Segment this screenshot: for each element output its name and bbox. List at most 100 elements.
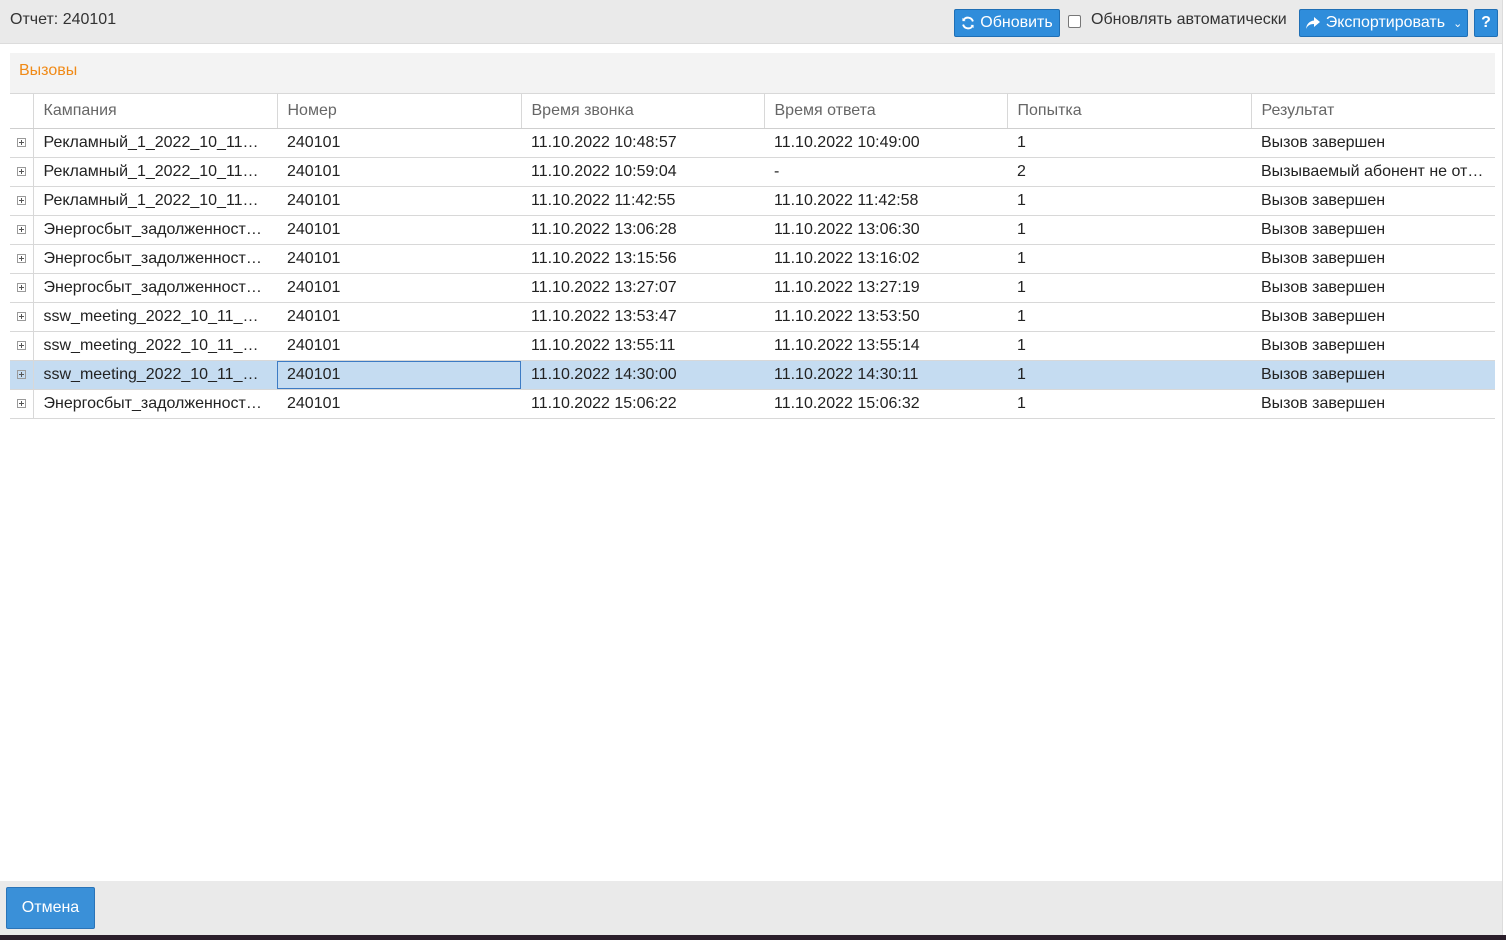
cell-attempt[interactable]: 1 [1007, 302, 1251, 332]
cell-result[interactable]: Вызов завершен [1251, 302, 1495, 332]
cell-result[interactable]: Вызов завершен [1251, 128, 1495, 158]
auto-refresh-checkbox[interactable] [1068, 15, 1081, 28]
cell-call-time[interactable]: 11.10.2022 13:53:47 [521, 302, 764, 332]
cell-call-time[interactable]: 11.10.2022 14:30:00 [521, 360, 764, 390]
column-header-result[interactable]: Результат [1250, 94, 1495, 129]
expand-plus-icon[interactable] [16, 167, 26, 177]
cell-number[interactable]: 240101 [277, 273, 521, 303]
cell-campaign[interactable]: ssw_meeting_2022_10_11_14_30 [33, 360, 277, 390]
table-row[interactable]: Рекламный_1_2022_10_11_10_48_2924010111.… [10, 128, 1495, 158]
cell-number[interactable]: 240101 [277, 157, 521, 187]
table-row[interactable]: Рекламный_1_2022_10_11_10_48_2924010111.… [10, 157, 1495, 187]
expand-plus-icon[interactable] [16, 254, 26, 264]
cell-attempt[interactable]: 1 [1007, 331, 1251, 361]
cancel-button[interactable]: Отмена [6, 887, 95, 929]
cell-attempt[interactable]: 1 [1007, 244, 1251, 274]
cell-attempt[interactable]: 1 [1007, 215, 1251, 245]
cell-answer-time[interactable]: 11.10.2022 13:06:30 [764, 215, 1007, 245]
row-expander[interactable] [10, 331, 34, 361]
cell-call-time[interactable]: 11.10.2022 13:27:07 [521, 273, 764, 303]
table-row[interactable]: Рекламный_1_2022_10_11_11_42_3024010111.… [10, 186, 1495, 216]
cell-answer-time[interactable]: 11.10.2022 11:42:58 [764, 186, 1007, 216]
row-expander[interactable] [10, 360, 34, 390]
cell-number[interactable]: 240101 [277, 186, 521, 216]
cell-number[interactable]: 240101 [277, 215, 521, 245]
expand-plus-icon[interactable] [16, 196, 26, 206]
cell-result[interactable]: Вызов завершен [1251, 360, 1495, 390]
cell-number[interactable]: 240101 [277, 302, 521, 332]
expand-plus-icon[interactable] [16, 283, 26, 293]
column-header-attempt[interactable]: Попытка [1006, 94, 1251, 129]
cell-campaign[interactable]: Рекламный_1_2022_10_11_11_42_30 [33, 186, 277, 216]
column-header-answer-time[interactable]: Время ответа [763, 94, 1007, 129]
column-header-campaign[interactable]: Кампания [32, 94, 277, 129]
cell-answer-time[interactable]: 11.10.2022 14:30:11 [764, 360, 1007, 390]
table-row[interactable]: ssw_meeting_2022_10_11_13_55 240101 11.10.… [10, 331, 1495, 361]
row-expander[interactable] [10, 389, 34, 419]
cell-call-time[interactable]: 11.10.2022 10:48:57 [521, 128, 764, 158]
row-expander[interactable] [10, 215, 34, 245]
row-expander[interactable] [10, 186, 34, 216]
cell-attempt[interactable]: 1 [1007, 389, 1251, 419]
cell-call-time[interactable]: 11.10.2022 13:06:28 [521, 215, 764, 245]
cell-attempt[interactable]: 1 [1007, 360, 1251, 390]
cell-answer-time[interactable]: 11.10.2022 13:16:02 [764, 244, 1007, 274]
help-button[interactable]: ? [1474, 9, 1498, 37]
cell-number[interactable]: 240101 [277, 128, 521, 158]
table-row[interactable]: Энергосбыт_задолженность_4 240101 11.10.20… [10, 389, 1495, 419]
cell-campaign[interactable]: Энергосбыт_задолженность_3 [33, 273, 277, 303]
refresh-button[interactable]: Обновить [954, 9, 1060, 37]
cell-call-time[interactable]: 11.10.2022 10:59:04 [521, 157, 764, 187]
cell-attempt[interactable]: 2 [1007, 157, 1251, 187]
column-header-call-time[interactable]: Время звонка [520, 94, 764, 129]
row-expander[interactable] [10, 128, 34, 158]
auto-refresh-toggle[interactable]: Обновлять автоматически [1068, 11, 1287, 29]
cell-call-time[interactable]: 11.10.2022 13:15:56 [521, 244, 764, 274]
cell-number[interactable]: 240101 [277, 360, 521, 390]
table-row[interactable]: Энергосбыт_задолженность_1 240101 11.10.20… [10, 215, 1495, 245]
cell-answer-time[interactable]: 11.10.2022 13:53:50 [764, 302, 1007, 332]
cell-answer-time[interactable]: 11.10.2022 15:06:32 [764, 389, 1007, 419]
cell-result[interactable]: Вызов завершен [1251, 331, 1495, 361]
cell-call-time[interactable]: 11.10.2022 15:06:22 [521, 389, 764, 419]
row-expander[interactable] [10, 157, 34, 187]
cell-attempt[interactable]: 1 [1007, 273, 1251, 303]
export-button[interactable]: Экспортировать ⌄ [1299, 9, 1468, 37]
cell-campaign[interactable]: Рекламный_1_2022_10_11_10_48_29 [33, 128, 277, 158]
row-expander[interactable] [10, 302, 34, 332]
cell-answer-time[interactable]: 11.10.2022 13:55:14 [764, 331, 1007, 361]
cell-call-time[interactable]: 11.10.2022 13:55:11 [521, 331, 764, 361]
cell-answer-time[interactable]: 11.10.2022 13:27:19 [764, 273, 1007, 303]
cell-campaign[interactable]: Рекламный_1_2022_10_11_10_48_29 [33, 157, 277, 187]
table-row[interactable]: ssw_meeting_2022_10_11_13_53 240101 11.10.… [10, 302, 1495, 332]
cell-result[interactable]: Вызываемый абонент не ответил [1251, 157, 1495, 187]
cell-campaign[interactable]: ssw_meeting_2022_10_11_13_55 [33, 331, 277, 361]
cell-campaign[interactable]: ssw_meeting_2022_10_11_13_53 [33, 302, 277, 332]
expand-plus-icon[interactable] [16, 370, 26, 380]
cell-result[interactable]: Вызов завершен [1251, 273, 1495, 303]
cell-call-time[interactable]: 11.10.2022 11:42:55 [521, 186, 764, 216]
table-row[interactable]: Энергосбыт_задолженность_2 240101 11.10.20… [10, 244, 1495, 274]
cell-attempt[interactable]: 1 [1007, 128, 1251, 158]
table-row[interactable]: ssw_meeting_2022_10_11_14_30 240101 11.10.… [10, 360, 1495, 390]
cell-result[interactable]: Вызов завершен [1251, 389, 1495, 419]
cell-number[interactable]: 240101 [277, 244, 521, 274]
cell-campaign[interactable]: Энергосбыт_задолженность_4 [33, 389, 277, 419]
table-row[interactable]: Энергосбыт_задолженность_3 240101 11.10.20… [10, 273, 1495, 303]
cell-campaign[interactable]: Энергосбыт_задолженность_1 [33, 215, 277, 245]
cell-answer-time[interactable]: - [764, 157, 1007, 187]
cell-attempt[interactable]: 1 [1007, 186, 1251, 216]
cell-answer-time[interactable]: 11.10.2022 10:49:00 [764, 128, 1007, 158]
row-expander[interactable] [10, 273, 34, 303]
cell-number[interactable]: 240101 [277, 331, 521, 361]
expand-plus-icon[interactable] [16, 399, 26, 409]
cell-result[interactable]: Вызов завершен [1251, 186, 1495, 216]
expand-plus-icon[interactable] [16, 341, 26, 351]
cell-result[interactable]: Вызов завершен [1251, 244, 1495, 274]
cell-number[interactable]: 240101 [277, 389, 521, 419]
expand-plus-icon[interactable] [16, 225, 26, 235]
cell-result[interactable]: Вызов завершен [1251, 215, 1495, 245]
column-header-number[interactable]: Номер [276, 94, 521, 129]
expand-plus-icon[interactable] [16, 138, 26, 148]
expand-plus-icon[interactable] [16, 312, 26, 322]
